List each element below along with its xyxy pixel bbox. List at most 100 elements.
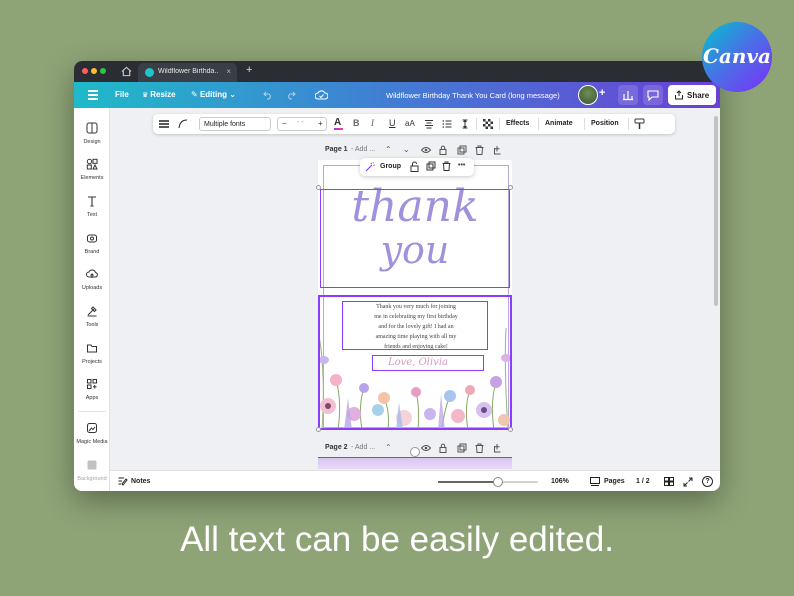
new-tab-button[interactable]: + bbox=[246, 64, 252, 76]
menu-icon[interactable] bbox=[88, 90, 98, 102]
sidebar-item-projects[interactable]: Projects bbox=[74, 342, 110, 372]
text-toolbar: Multiple fonts − - - + A B I U aA Effect… bbox=[153, 114, 675, 134]
font-size-decrease[interactable]: − bbox=[282, 119, 287, 128]
help-button[interactable]: ? bbox=[702, 476, 713, 487]
transparency-icon[interactable] bbox=[483, 119, 493, 129]
zoom-slider-fill bbox=[438, 481, 498, 483]
background-icon bbox=[87, 460, 97, 470]
text-color-button[interactable]: A bbox=[334, 117, 343, 130]
signature-selection-box bbox=[372, 355, 484, 371]
comments-button[interactable] bbox=[643, 85, 663, 105]
sidebar-item-text[interactable]: Text bbox=[74, 195, 110, 225]
scrollbar-thumb[interactable] bbox=[714, 116, 718, 306]
align-center-icon[interactable] bbox=[424, 119, 434, 129]
toolbar-divider bbox=[476, 118, 477, 130]
resize-handle[interactable] bbox=[316, 185, 321, 190]
effects-button[interactable]: Effects bbox=[506, 120, 529, 127]
undo-icon[interactable] bbox=[263, 90, 273, 100]
resize-handle[interactable] bbox=[508, 427, 513, 432]
canva-logo: Canva bbox=[702, 22, 772, 92]
sidebar-item-uploads[interactable]: Uploads bbox=[74, 268, 110, 298]
add-page-icon[interactable] bbox=[493, 145, 503, 155]
sidebar-item-tools[interactable]: Tools bbox=[74, 305, 110, 335]
font-size-increase[interactable]: + bbox=[318, 119, 323, 128]
close-window-button[interactable] bbox=[82, 68, 88, 74]
zoom-slider[interactable] bbox=[438, 477, 538, 487]
editing-mode-button[interactable]: ✎ Editing ⌄ bbox=[191, 90, 236, 99]
duplicate-icon[interactable] bbox=[426, 161, 436, 171]
add-page-icon[interactable] bbox=[493, 443, 503, 453]
sidebar-item-background[interactable]: Background bbox=[74, 459, 110, 489]
comment-icon bbox=[647, 90, 659, 102]
more-options-icon[interactable]: ••• bbox=[458, 162, 465, 169]
tab-close-icon[interactable]: × bbox=[226, 67, 231, 76]
page-2-thumbnail[interactable] bbox=[318, 457, 512, 469]
canvas-scrollbar[interactable] bbox=[714, 116, 718, 306]
share-label: Share bbox=[687, 91, 710, 100]
group-button[interactable]: Group bbox=[380, 163, 401, 170]
apps-icon bbox=[87, 379, 97, 389]
resize-handle[interactable] bbox=[316, 427, 321, 432]
magic-edit-icon[interactable] bbox=[365, 162, 375, 172]
chevron-down-icon[interactable]: ⌄ bbox=[403, 145, 410, 154]
bold-button[interactable]: B bbox=[353, 118, 360, 128]
font-size-value[interactable]: - - bbox=[297, 119, 304, 126]
maximize-window-button[interactable] bbox=[100, 68, 106, 74]
sidebar-item-magic-media[interactable]: Magic Media bbox=[74, 422, 110, 452]
lock-icon[interactable] bbox=[439, 145, 447, 155]
duplicate-page-icon[interactable] bbox=[457, 443, 467, 453]
curve-text-icon[interactable] bbox=[177, 118, 189, 130]
text-icon bbox=[88, 196, 96, 207]
add-collaborator-button[interactable]: + bbox=[599, 87, 605, 99]
browser-tab[interactable]: Wildflower Birthda... × bbox=[138, 63, 237, 82]
italic-button[interactable]: I bbox=[371, 118, 374, 128]
zoom-slider-thumb[interactable] bbox=[493, 477, 503, 487]
toolbar-divider bbox=[538, 118, 539, 130]
message-selection-box bbox=[342, 301, 488, 350]
list-icon[interactable] bbox=[442, 119, 452, 129]
position-button[interactable]: Position bbox=[591, 120, 619, 127]
grid-view-icon[interactable] bbox=[664, 477, 674, 486]
delete-page-icon[interactable] bbox=[475, 145, 484, 155]
zoom-level[interactable]: 106% bbox=[551, 478, 569, 485]
sidebar-item-brand[interactable]: Brand bbox=[74, 232, 110, 262]
page-2-title-input[interactable]: - Add ... bbox=[351, 444, 375, 451]
underline-button[interactable]: U bbox=[389, 118, 396, 128]
document-title[interactable]: Wildflower Birthday Thank You Card (long… bbox=[386, 91, 560, 100]
pencil-icon: ✎ bbox=[191, 90, 200, 99]
notes-button[interactable]: Notes bbox=[131, 478, 150, 485]
animate-button[interactable]: Animate bbox=[545, 120, 573, 127]
unlock-icon[interactable] bbox=[410, 161, 419, 172]
chevron-up-icon[interactable]: ⌃ bbox=[385, 145, 392, 154]
fullscreen-icon[interactable] bbox=[683, 477, 693, 487]
copy-style-icon[interactable] bbox=[634, 118, 645, 130]
file-menu[interactable]: File bbox=[115, 90, 129, 99]
sidebar-item-design[interactable]: Design bbox=[74, 122, 110, 152]
font-family-dropdown[interactable]: Multiple fonts bbox=[199, 117, 271, 131]
duplicate-page-icon[interactable] bbox=[457, 145, 467, 155]
spacing-icon[interactable] bbox=[460, 119, 470, 129]
sidebar-item-apps[interactable]: Apps bbox=[74, 378, 110, 408]
lock-icon[interactable] bbox=[439, 443, 447, 453]
sidebar-item-elements[interactable]: Elements bbox=[74, 158, 110, 188]
sidebar-item-label: Uploads bbox=[81, 285, 103, 291]
text-case-button[interactable]: aA bbox=[405, 119, 415, 128]
line-weight-icon[interactable] bbox=[159, 119, 169, 129]
pages-button[interactable]: Pages bbox=[604, 478, 625, 485]
share-button[interactable]: Share bbox=[668, 85, 716, 105]
avatar[interactable] bbox=[578, 85, 598, 105]
eye-icon[interactable] bbox=[421, 444, 431, 452]
design-icon bbox=[86, 122, 98, 134]
redo-icon[interactable] bbox=[286, 90, 296, 100]
delete-page-icon[interactable] bbox=[475, 443, 484, 453]
chevron-up-icon[interactable]: ⌃ bbox=[385, 443, 392, 452]
resize-handle[interactable] bbox=[508, 185, 513, 190]
resize-button[interactable]: ♛ Resize bbox=[142, 90, 176, 99]
page-1-title-input[interactable]: - Add ... bbox=[351, 146, 375, 153]
eye-icon[interactable] bbox=[421, 146, 431, 154]
home-icon[interactable] bbox=[121, 66, 132, 77]
font-size-stepper[interactable]: − - - + bbox=[277, 117, 327, 131]
insights-button[interactable] bbox=[618, 85, 638, 105]
trash-icon[interactable] bbox=[442, 161, 451, 171]
minimize-window-button[interactable] bbox=[91, 68, 97, 74]
